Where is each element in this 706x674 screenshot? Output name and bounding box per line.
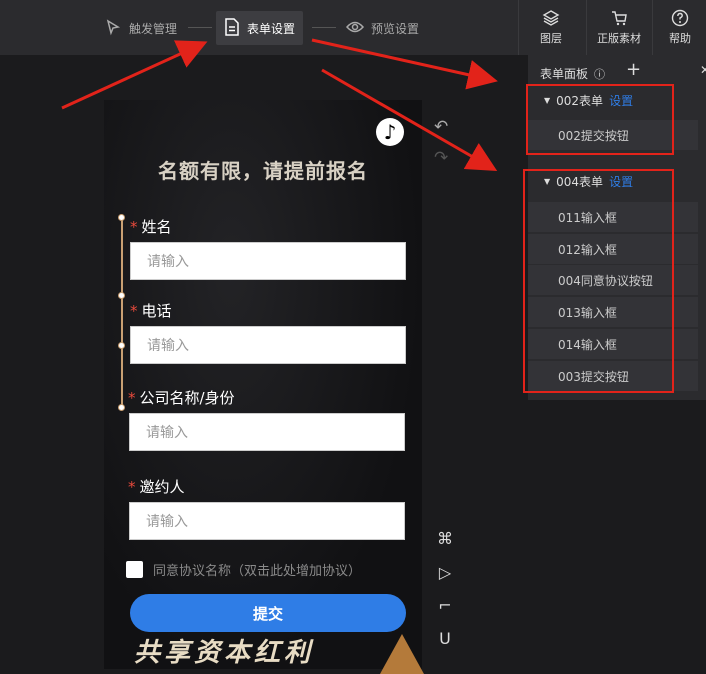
trigger-icon [104, 18, 122, 39]
field-label-name: * 姓名 [130, 218, 172, 236]
step-form-settings[interactable]: 表单设置 [216, 11, 304, 45]
resize-handle[interactable] [118, 292, 125, 299]
document-icon [224, 17, 240, 39]
help-icon [671, 9, 689, 27]
layers-button[interactable]: 图层 [518, 0, 583, 55]
top-toolbar: 触发管理 表单设置 预览设置 图层 正版素材 帮助 [0, 0, 706, 55]
tool-label: 正版素材 [597, 32, 641, 45]
layers-icon [542, 10, 560, 26]
input-placeholder: 请输入 [147, 338, 189, 354]
add-form-button[interactable]: + [626, 59, 641, 80]
required-mark: * [130, 218, 138, 236]
resize-handle[interactable] [118, 342, 125, 349]
checkbox[interactable] [126, 561, 143, 578]
field-label-company: * 公司名称/身份 [128, 389, 235, 407]
info-icon[interactable]: ⓘ [594, 66, 605, 82]
required-mark: * [128, 389, 136, 407]
promo-banner-text: 共享资本红利 [134, 638, 315, 668]
cart-icon [612, 11, 627, 26]
decorative-triangle [380, 634, 424, 674]
submit-label: 提交 [252, 604, 283, 623]
input-placeholder: 请输入 [146, 514, 188, 530]
redo-icon[interactable]: ↷ [434, 148, 448, 168]
eye-icon [345, 20, 365, 37]
play-icon[interactable]: ▷ [436, 563, 454, 582]
panel-header: 表单面板 ⓘ [540, 65, 605, 82]
step-divider [188, 27, 212, 28]
tool-label: 帮助 [669, 32, 691, 45]
annotation-box [523, 169, 674, 393]
undo-icon[interactable]: ↶ [434, 117, 448, 137]
agreement-text: 同意协议名称（双击此处增加协议） [153, 564, 362, 579]
required-mark: * [128, 478, 136, 496]
phone-preview [104, 100, 422, 669]
step-label: 触发管理 [129, 21, 178, 36]
required-mark: * [130, 302, 138, 320]
step-label: 表单设置 [247, 21, 296, 36]
input-placeholder: 请输入 [147, 254, 189, 270]
company-input[interactable]: 请输入 [129, 413, 405, 451]
selection-guide [121, 217, 123, 407]
help-button[interactable]: 帮助 [652, 0, 706, 55]
command-icon[interactable]: ⌘ [436, 529, 454, 548]
agreement-checkbox[interactable]: 同意协议名称（双击此处增加协议） [126, 560, 361, 579]
field-label-phone: * 电话 [130, 302, 172, 320]
resize-handle[interactable] [118, 214, 125, 221]
field-label-inviter: * 邀约人 [128, 478, 185, 496]
inviter-input[interactable]: 请输入 [129, 502, 405, 540]
input-placeholder: 请输入 [146, 425, 188, 441]
form-headline: 名额有限，请提前报名 [158, 159, 368, 183]
step-trigger-management[interactable]: 触发管理 [104, 11, 177, 45]
annotation-box [526, 84, 674, 155]
ruler-icon[interactable]: ⌐ [436, 596, 454, 615]
panel-title: 表单面板 [540, 67, 589, 81]
licensed-assets-button[interactable]: 正版素材 [586, 0, 651, 55]
music-note-icon[interactable]: ♪ [376, 118, 404, 146]
magnet-icon[interactable]: U [436, 629, 454, 648]
close-icon[interactable]: ✕ [700, 63, 706, 77]
name-input[interactable]: 请输入 [130, 242, 406, 280]
submit-button[interactable]: 提交 [130, 594, 406, 632]
resize-handle[interactable] [118, 404, 125, 411]
tool-label: 图层 [540, 32, 562, 45]
step-divider [312, 27, 336, 28]
step-preview-settings[interactable]: 预览设置 [345, 11, 420, 45]
phone-input[interactable]: 请输入 [130, 326, 406, 364]
step-label: 预览设置 [371, 21, 420, 36]
